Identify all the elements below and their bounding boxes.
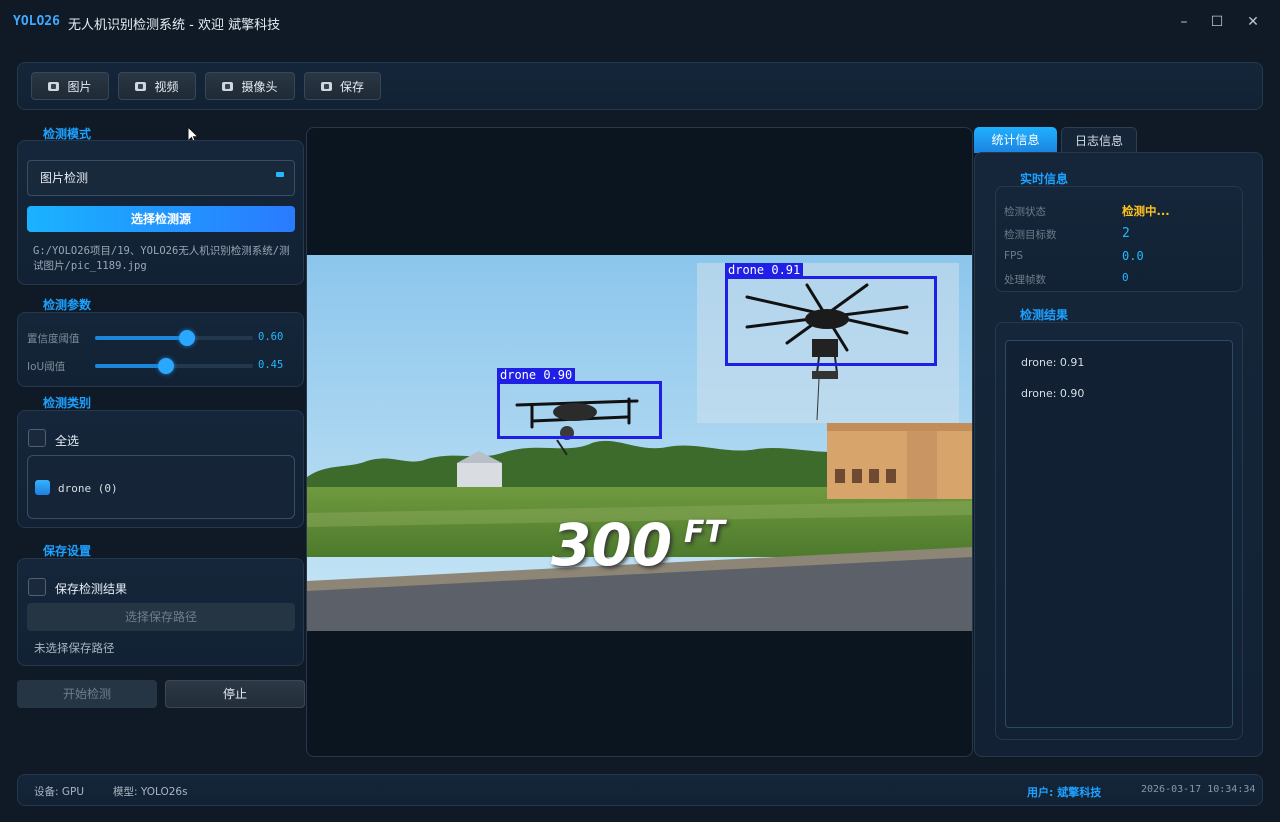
result-item[interactable]: drone: 0.91	[1021, 356, 1084, 369]
confidence-label: 置信度阈值	[27, 333, 80, 345]
detection-label-1: drone 0.91	[725, 263, 804, 278]
frames-value: 0	[1122, 271, 1129, 284]
save-path-status: 未选择保存路径	[34, 641, 115, 655]
device-info: 设备: GPU	[34, 786, 85, 798]
app-brand: YOLO26	[13, 14, 60, 29]
video-button-label: 视频	[154, 79, 179, 94]
save-section-title: 保存设置	[43, 544, 92, 558]
stop-button[interactable]: 停止	[165, 680, 305, 708]
overlay-distance-text: 300	[551, 511, 673, 579]
camera-button[interactable]: 摄像头	[205, 72, 295, 100]
drone-class-checkbox[interactable]	[35, 480, 50, 495]
camera-icon	[222, 81, 234, 91]
maximize-icon[interactable]: ☐	[1207, 12, 1227, 32]
class-section-title: 检测类别	[43, 396, 92, 410]
image-icon	[48, 81, 60, 91]
minimize-icon[interactable]: –	[1174, 12, 1194, 32]
detection-box-2	[497, 381, 662, 439]
count-label: 检测目标数	[1004, 229, 1057, 241]
drone-class-label: drone (0)	[58, 482, 118, 495]
model-info: 模型: YOLO26s	[113, 786, 188, 798]
iou-label: IoU阈值	[27, 361, 66, 373]
result-item[interactable]: drone: 0.90	[1021, 387, 1084, 400]
confidence-slider-handle[interactable]	[179, 330, 195, 346]
save-button[interactable]: 保存	[304, 72, 381, 100]
source-path: G:/YOLO26项目/19、YOLO26无人机识别检测系统/测试图片/pic_…	[33, 245, 290, 272]
iou-value: 0.45	[258, 359, 284, 371]
results-title: 检测结果	[1020, 308, 1069, 322]
status-label: 检测状态	[1004, 206, 1046, 218]
camera-button-label: 摄像头	[241, 79, 278, 94]
save-results-label: 保存检测结果	[55, 582, 128, 596]
start-detection-button[interactable]: 开始检测	[17, 680, 157, 708]
confidence-slider-fill	[95, 336, 187, 340]
param-panel	[17, 312, 304, 387]
user-info: 用户: 斌擎科技	[1027, 786, 1102, 799]
select-save-path-button[interactable]: 选择保存路径	[27, 603, 295, 631]
realtime-title: 实时信息	[1020, 172, 1069, 186]
save-icon	[320, 81, 332, 91]
detection-box-1	[725, 276, 937, 366]
status-value: 检测中...	[1122, 204, 1170, 218]
datetime: 2026-03-17 10:34:34	[1141, 784, 1256, 795]
close-icon[interactable]: ✕	[1243, 12, 1263, 32]
image-button-label: 图片	[67, 79, 92, 94]
tab-statistics[interactable]: 统计信息	[974, 127, 1057, 153]
confidence-value: 0.60	[258, 331, 284, 343]
frames-label: 处理帧数	[1004, 274, 1046, 286]
tab-log[interactable]: 日志信息	[1061, 127, 1137, 153]
chevron-down-icon	[276, 172, 284, 177]
save-results-checkbox[interactable]	[28, 578, 46, 596]
mode-select[interactable]: 图片检测	[27, 160, 295, 196]
image-button[interactable]: 图片	[31, 72, 109, 100]
count-value: 2	[1122, 226, 1130, 241]
toolbar	[17, 62, 1263, 110]
fps-label: FPS	[1004, 250, 1024, 262]
param-section-title: 检测参数	[43, 298, 92, 312]
fps-value: 0.0	[1122, 249, 1144, 263]
overlay-unit-text: FT	[684, 515, 725, 550]
window-title: 无人机识别检测系统 - 欢迎 斌擎科技	[68, 18, 281, 33]
select-all-label: 全选	[55, 434, 80, 448]
select-source-button[interactable]: 选择检测源	[27, 206, 295, 232]
iou-slider-handle[interactable]	[158, 358, 174, 374]
detection-label-2: drone 0.90	[497, 368, 576, 383]
video-icon	[135, 81, 147, 91]
video-button[interactable]: 视频	[118, 72, 196, 100]
save-button-label: 保存	[339, 79, 364, 94]
select-all-checkbox[interactable]	[28, 429, 46, 447]
iou-slider-fill	[95, 364, 166, 368]
